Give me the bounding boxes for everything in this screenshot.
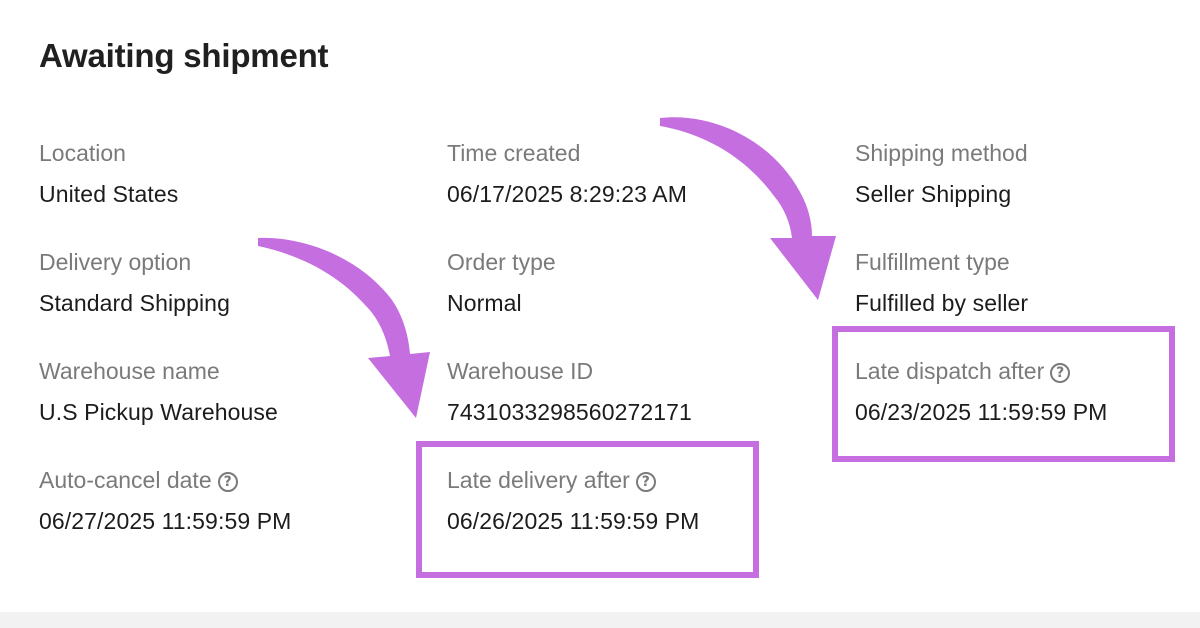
field-fulfillment-type: Fulfillment type Fulfilled by seller <box>855 248 1200 317</box>
field-value: 06/27/2025 11:59:59 PM <box>39 508 292 534</box>
field-label: Warehouse name <box>39 358 220 384</box>
field-delivery-option: Delivery option Standard Shipping <box>39 248 399 317</box>
help-circle-icon[interactable]: ? <box>217 472 238 492</box>
field-label: Location <box>39 140 126 166</box>
field-warehouse-name: Warehouse name U.S Pickup Warehouse <box>39 357 399 426</box>
field-time-created: Time created 06/17/2025 8:29:23 AM <box>447 139 807 208</box>
bottom-strip <box>0 612 1200 628</box>
field-value: 7431033298560272171 <box>447 399 692 425</box>
highlight-box-late-delivery <box>416 441 759 578</box>
highlight-box-late-dispatch <box>832 326 1175 462</box>
field-location: Location United States <box>39 139 399 208</box>
field-label: Shipping method <box>855 140 1028 166</box>
field-value: 06/17/2025 8:29:23 AM <box>447 181 687 207</box>
field-value: Seller Shipping <box>855 181 1012 207</box>
field-label: Delivery option <box>39 249 192 275</box>
field-label: Time created <box>447 140 581 166</box>
field-value: United States <box>39 181 179 207</box>
field-value: Standard Shipping <box>39 290 230 316</box>
page-title: Awaiting shipment <box>39 37 329 74</box>
field-shipping-method: Shipping method Seller Shipping <box>855 139 1200 208</box>
order-status-panel: Awaiting shipment Location United States… <box>0 0 1200 612</box>
field-label: Fulfillment type <box>855 249 1010 275</box>
field-value: U.S Pickup Warehouse <box>39 399 278 425</box>
field-label: Warehouse ID <box>447 358 594 384</box>
field-label: Auto-cancel date? <box>39 466 399 494</box>
field-label-text: Auto-cancel date <box>39 467 212 493</box>
field-order-type: Order type Normal <box>447 248 807 317</box>
field-value: Normal <box>447 290 522 316</box>
field-auto-cancel: Auto-cancel date? 06/27/2025 11:59:59 PM <box>39 466 399 535</box>
field-label: Order type <box>447 249 556 275</box>
field-warehouse-id: Warehouse ID 7431033298560272171 <box>447 357 807 426</box>
field-value: Fulfilled by seller <box>855 290 1029 316</box>
